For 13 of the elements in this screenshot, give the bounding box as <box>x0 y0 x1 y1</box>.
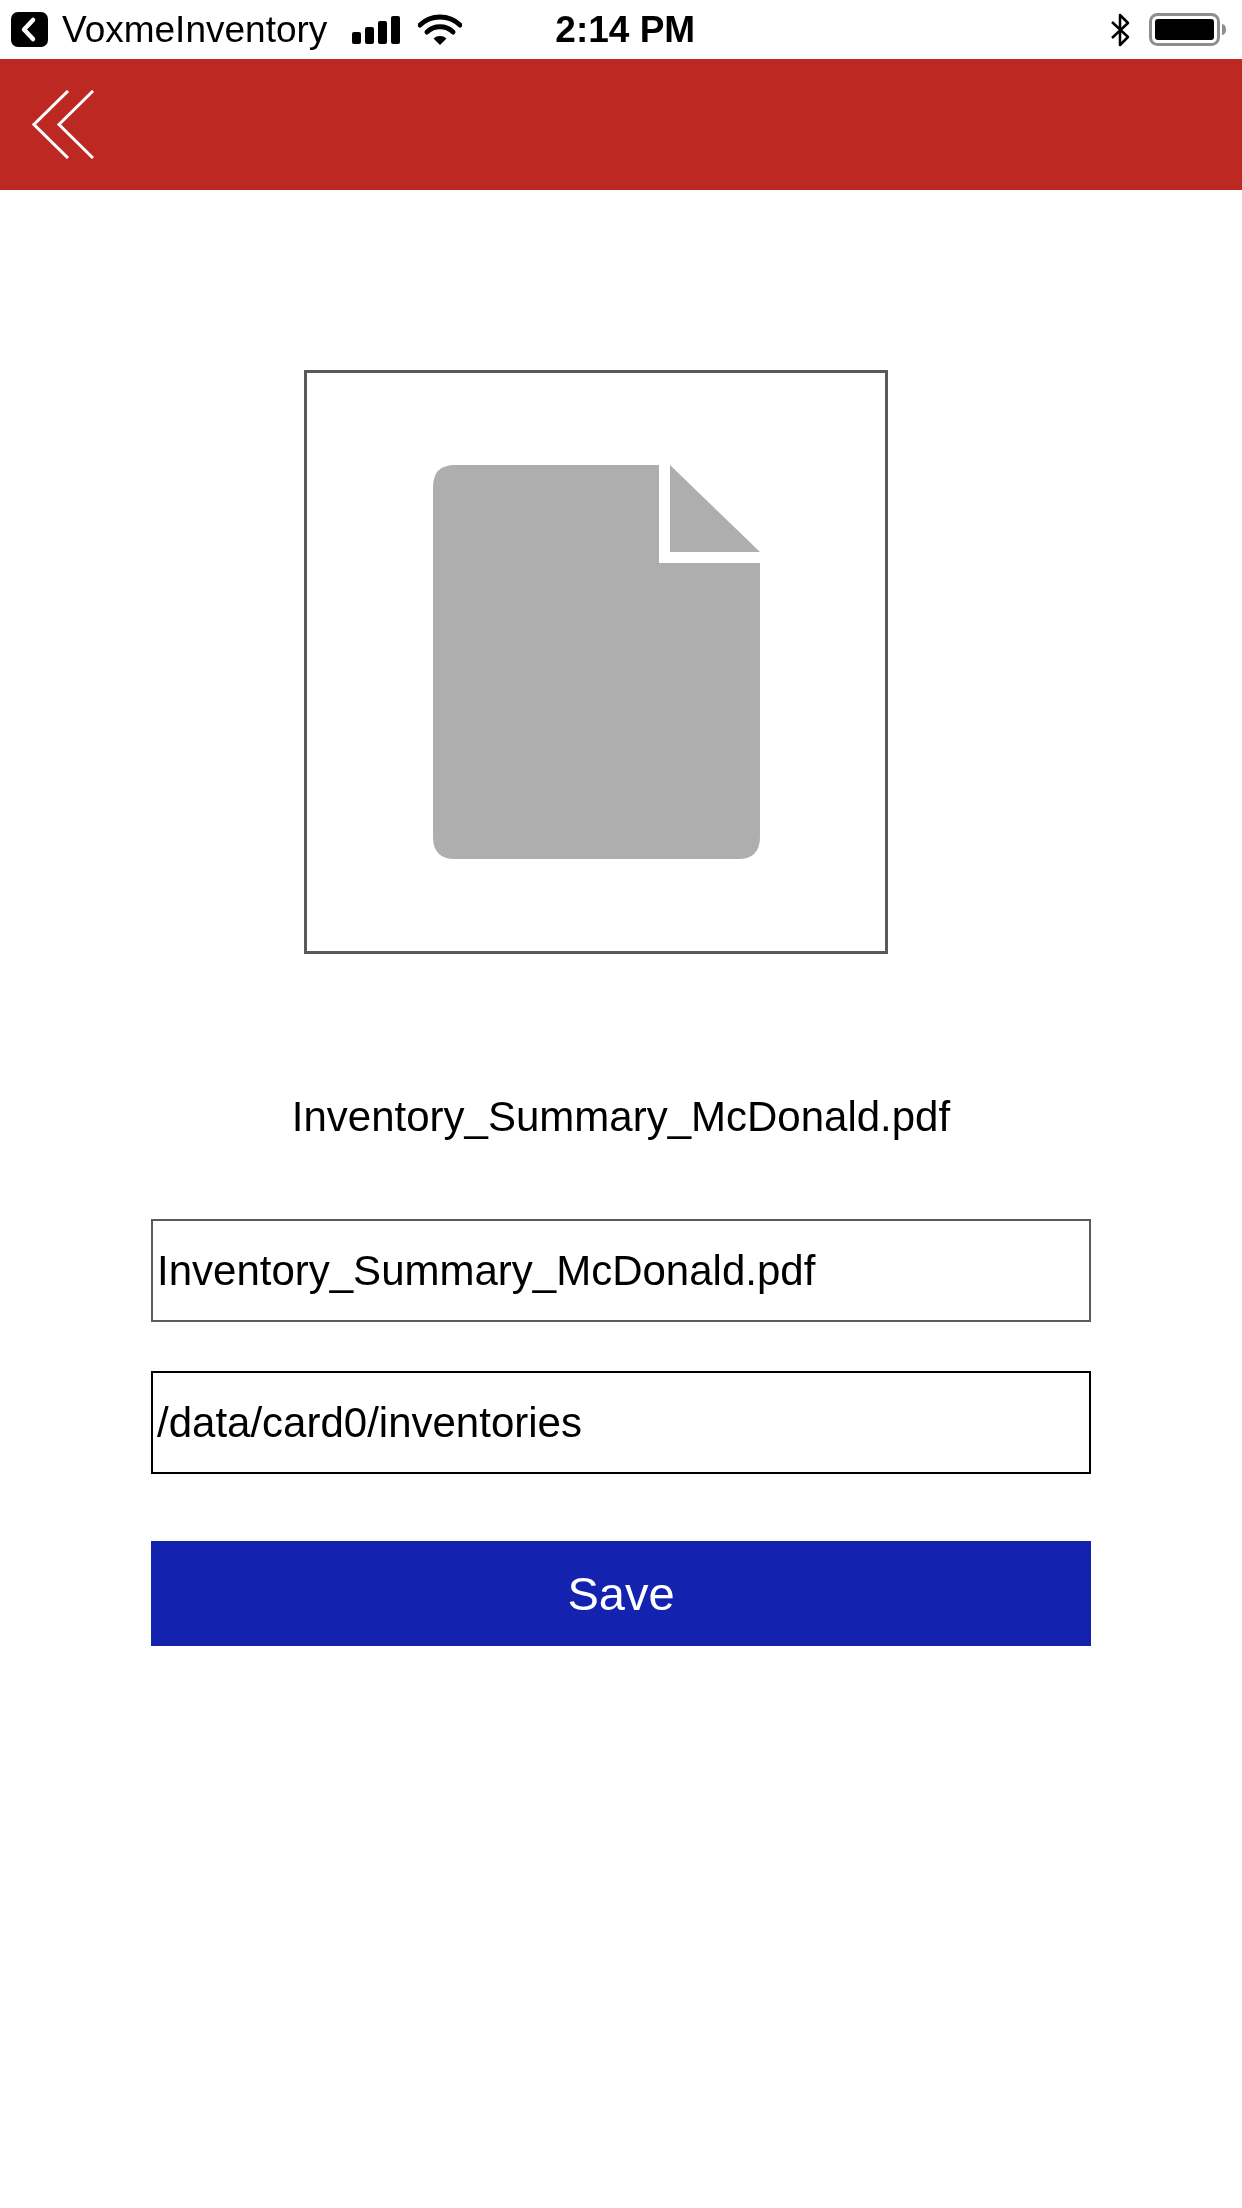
back-icon <box>11 12 48 47</box>
back-icon[interactable] <box>32 90 94 159</box>
folder-path-field[interactable]: /data/card0/inventories <box>151 1371 1091 1474</box>
battery-icon <box>1149 13 1227 46</box>
wifi-icon <box>418 14 463 45</box>
document-icon <box>432 465 760 859</box>
bluetooth-icon <box>1109 12 1132 47</box>
signal-icon <box>352 15 401 44</box>
file-name-field[interactable]: Inventory_Summary_McDonald.pdf <box>151 1219 1091 1322</box>
back-to-app-button[interactable]: VoxmeInventory <box>11 8 328 51</box>
status-time: 2:14 PM <box>555 8 696 51</box>
save-button[interactable]: Save <box>151 1541 1091 1646</box>
file-name-label: Inventory_Summary_McDonald.pdf <box>291 1092 951 1142</box>
